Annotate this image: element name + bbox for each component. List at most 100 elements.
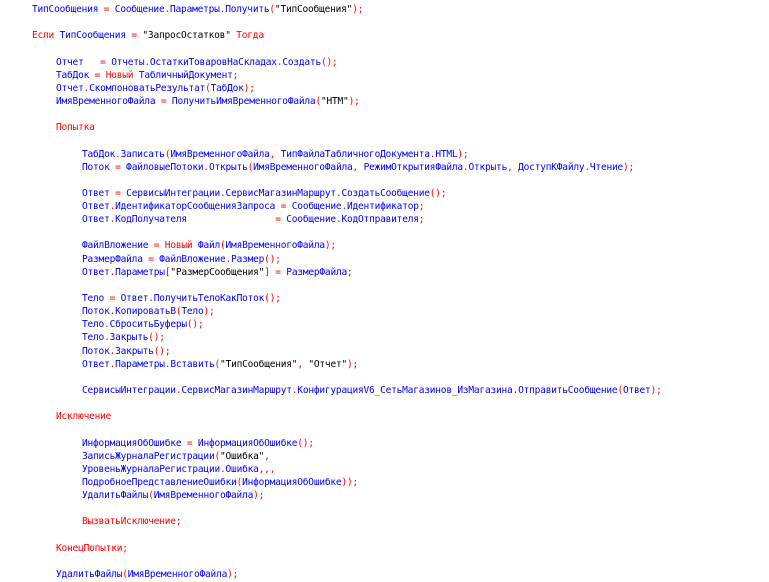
code-line[interactable]: Попытка: [56, 121, 95, 134]
code-token: "HTM": [320, 96, 349, 107]
code-token: =: [186, 214, 287, 225]
code-token: ();: [153, 346, 171, 357]
code-token: ФайлВложение: [82, 240, 149, 251]
code-token: ;: [232, 70, 239, 81]
code-token: Записать: [120, 149, 165, 160]
code-token: Размер: [231, 254, 265, 265]
code-line[interactable]: ТабДок = Новый ТабличныйДокумент;: [56, 69, 238, 82]
code-token: СервисыИнтеграции: [126, 188, 221, 199]
code-token: Тело: [82, 332, 105, 343]
code-token: ;: [418, 201, 425, 212]
code-token: Вставить: [170, 359, 215, 370]
code-token: КодОтправителя: [341, 214, 419, 225]
code-line[interactable]: Исключение: [56, 410, 111, 423]
code-token: Ответ: [82, 201, 110, 212]
code-token: ИмяВременногоФайла: [225, 240, 326, 251]
code-token: ОстаткиТоваровНаСкладах: [149, 57, 277, 68]
code-line[interactable]: УдалитьФайлы(ИмяВременногоФайла);: [56, 568, 238, 581]
code-token: СервисыИнтеграции: [82, 385, 176, 396]
code-token: Отчет: [56, 83, 84, 94]
code-token: =: [275, 201, 292, 212]
code-line[interactable]: Ответ.ИдентификаторСообщенияЗапроса = Со…: [82, 200, 424, 213]
code-line[interactable]: Отчет = Отчеты.ОстаткиТоваровНаСкладах.С…: [56, 56, 338, 69]
code-line[interactable]: Тело = Ответ.ПолучитьТелоКакПоток();: [82, 292, 281, 305]
code-token: ТипСообщения: [59, 30, 126, 41]
code-token: ТипСообщения: [32, 4, 99, 15]
code-token: ЗаписьЖурналаРегистрации: [82, 451, 215, 462]
code-line[interactable]: ПодробноеПредставлениеОшибки(ИнформацияО…: [82, 476, 358, 489]
code-token: Создать: [282, 57, 321, 68]
code-token: РазмерФайла: [82, 254, 143, 265]
code-token: СервисМагазинМаршрут: [181, 385, 292, 396]
code-token: Идентификатор: [347, 201, 419, 212]
code-line[interactable]: Если ТипСообщения = "ЗапросОстатков" Тог…: [32, 29, 264, 42]
code-token: Тогда: [230, 30, 264, 41]
code-line[interactable]: Ответ.КодПолучателя = Сообщение.КодОтпра…: [82, 213, 424, 226]
code-token: ТабДок: [210, 83, 244, 94]
code-token: );: [348, 96, 360, 107]
code-line[interactable]: ИнформацияОбОшибке = ИнформацияОбОшибке(…: [82, 437, 314, 450]
code-token: );: [623, 162, 635, 173]
code-token: ;: [175, 516, 182, 527]
code-line[interactable]: РазмерФайла = ФайлВложение.Размер();: [82, 253, 281, 266]
code-line[interactable]: Поток = ФайловыеПотоки.Открыть(ИмяВремен…: [82, 161, 634, 174]
code-token: Чтение: [589, 162, 624, 173]
code-line[interactable]: Ответ.Параметры.Вставить("ТипСообщения",…: [82, 358, 358, 371]
code-token: );: [203, 306, 215, 317]
code-token: ИмяВременногоФайла: [56, 96, 156, 107]
code-token: ФайловыеПотоки: [126, 162, 204, 173]
code-line[interactable]: ФайлВложение = Новый Файл(ИмяВременногоФ…: [82, 239, 336, 252]
code-token: =: [83, 57, 112, 68]
code-line[interactable]: ВызватьИсключение;: [82, 515, 182, 528]
code-token: Новый: [105, 70, 139, 81]
code-token: =: [109, 162, 127, 173]
code-line[interactable]: УдалитьФайлы(ИмяВременногоФайла);: [82, 489, 264, 502]
code-token: Исключение: [56, 411, 112, 422]
code-token: Ответ: [82, 267, 110, 278]
code-token: ИмяВременногоФайла: [127, 569, 228, 580]
code-token: ПодробноеПредставлениеОшибки: [82, 477, 237, 488]
code-line[interactable]: КонецПопытки;: [56, 542, 128, 555]
code-token: УровеньЖурналаРегистрации: [82, 464, 220, 475]
code-line[interactable]: Тело.СброситьБуферы();: [82, 318, 204, 331]
code-token: Поток: [82, 346, 110, 357]
code-line[interactable]: Поток.Закрыть();: [82, 345, 171, 358]
code-token: ();: [148, 332, 165, 343]
code-token: Тело: [181, 306, 204, 317]
code-token: ТабДок: [82, 149, 116, 160]
code-line[interactable]: Поток.КопироватьВ(Тело);: [82, 305, 215, 318]
code-token: Ответ: [82, 188, 110, 199]
code-token: ВызватьИсключение: [82, 516, 176, 527]
code-line[interactable]: ТабДок.Записать(ИмяВременногоФайла, ТипФ…: [82, 148, 469, 161]
code-token: ,: [297, 359, 309, 370]
code-token: РежимОткрытияФайла: [363, 162, 464, 173]
code-line[interactable]: Тело.Закрыть();: [82, 331, 165, 344]
code-line[interactable]: СервисыИнтеграции.СервисМагазинМаршрут.К…: [82, 384, 662, 397]
code-token: Ошибка: [225, 464, 259, 475]
code-line[interactable]: ИмяВременногоФайла = ПолучитьИмяВременно…: [56, 95, 360, 108]
code-token: ();: [186, 319, 204, 330]
code-line[interactable]: Отчет.СкомпоноватьРезультат(ТабДок);: [56, 82, 255, 95]
code-token: =: [98, 4, 115, 15]
code-token: КодПолучателя: [115, 214, 187, 225]
code-token: =: [269, 267, 287, 278]
code-token: Открыть: [208, 162, 248, 173]
code-token: =: [142, 254, 160, 265]
code-line[interactable]: ЗаписьЖурналаРегистрации("Ошибка",: [82, 450, 270, 463]
code-line[interactable]: Ответ.Параметры["РазмерСообщения"] = Раз…: [82, 266, 353, 279]
code-line[interactable]: Ответ = СервисыИнтеграции.СервисМагазинМ…: [82, 187, 447, 200]
code-token: ();: [297, 438, 314, 449]
code-line[interactable]: УровеньЖурналаРегистрации.Ошибка,,,: [82, 463, 275, 476]
code-token: Отчет: [56, 57, 84, 68]
code-token: ОтправитьСообщение: [518, 385, 618, 396]
code-token: Поток: [82, 162, 110, 173]
code-token: =: [155, 96, 172, 107]
code-line[interactable]: ТипСообщения = Сообщение.Параметры.Получ…: [32, 3, 363, 16]
code-token: =: [125, 30, 143, 41]
code-token: "ТипСообщения": [274, 4, 353, 15]
code-token: Получить: [225, 4, 270, 15]
code-token: HTML: [435, 149, 458, 160]
code-token: Параметры: [170, 4, 220, 15]
code-editor[interactable]: ТипСообщения = Сообщение.Параметры.Получ…: [0, 0, 769, 582]
code-token: Закрыть: [109, 332, 149, 343]
